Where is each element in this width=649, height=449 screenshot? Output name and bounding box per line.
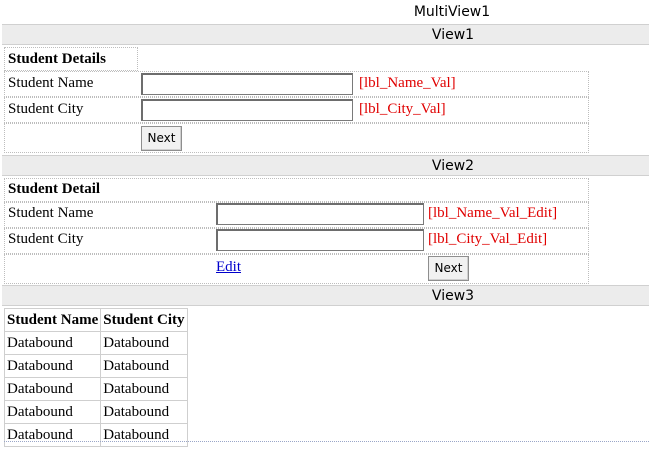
grid-cell: Databound [100,377,188,401]
view1-row-buttons [4,123,589,153]
view1-header: View1 [2,24,649,45]
multiview-bottom-border [4,441,649,442]
view1-heading-cell: Student Details [4,47,138,71]
view3-header: View3 [2,285,649,306]
view2-edit-link[interactable]: Edit [216,259,241,276]
table-row: Databound Databound [3,331,188,355]
view1-name-value-label: [lbl_Name_Val] [359,75,456,91]
view1-city-label: Student City [8,101,84,117]
multiview-title: MultiView1 [413,4,491,20]
grid-cell: Databound [3,354,102,378]
grid-cell: Databound [100,423,188,447]
grid-cell: Databound [3,400,102,424]
table-row: Databound Databound [3,354,188,378]
view2-next-button[interactable]: Next [428,256,469,281]
grid-cell: Databound [100,354,188,378]
view1-city-value-label: [lbl_City_Val] [359,101,446,117]
view1-next-button[interactable]: Next [141,126,182,151]
grid-cell: Databound [3,377,102,401]
grid-header-student-city: Student City [100,308,188,332]
view1-name-input[interactable] [141,73,353,95]
view2-name-value-label: [lbl_Name_Val_Edit] [428,205,558,221]
view1-city-input[interactable] [141,99,353,121]
view2-heading: Student Detail [8,181,101,197]
view2-city-label: Student City [8,231,84,247]
view2-city-value-label: [lbl_City_Val_Edit] [428,231,548,247]
grid-cell: Databound [100,400,188,424]
view2-header: View2 [2,155,649,176]
table-row: Databound Databound [3,400,188,424]
grid-cell: Databound [3,331,102,355]
grid-cell: Databound [3,423,102,447]
view1-heading: Student Details [8,51,106,67]
student-grid: Student Name Student City Databound Data… [3,308,188,447]
table-row: Databound Databound [3,377,188,401]
view1-name-label: Student Name [8,75,94,91]
grid-cell: Databound [100,331,188,355]
grid-header-row: Student Name Student City [3,308,188,332]
view2-city-input[interactable] [216,229,424,251]
table-row: Databound Databound [3,423,188,447]
view2-name-label: Student Name [8,205,94,221]
view2-row-buttons [4,254,589,284]
grid-header-student-name: Student Name [3,308,102,332]
view2-name-input[interactable] [216,203,424,225]
